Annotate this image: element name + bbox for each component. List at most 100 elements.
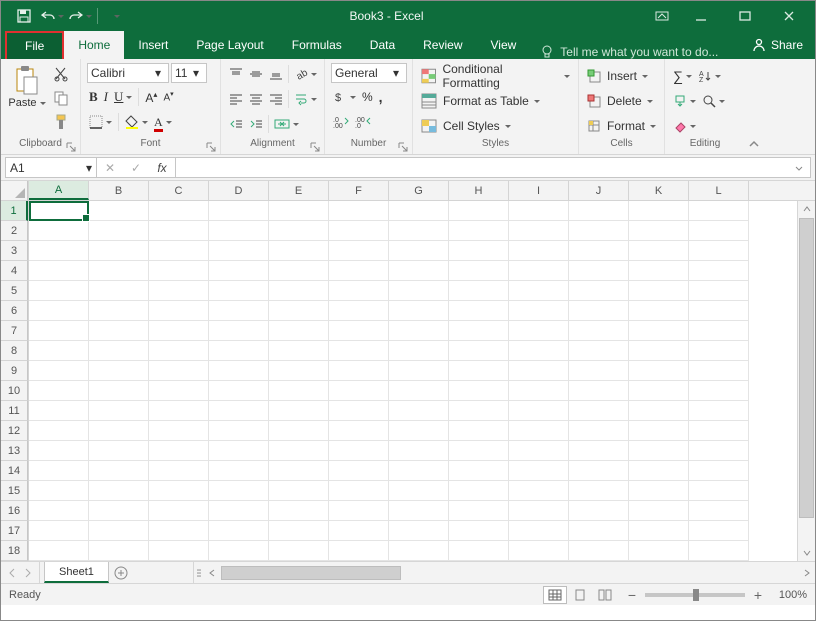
cell[interactable] — [629, 441, 689, 461]
cell[interactable] — [629, 261, 689, 281]
borders-button[interactable] — [87, 111, 114, 133]
cell[interactable] — [89, 381, 149, 401]
underline-button[interactable]: U — [112, 86, 134, 108]
cell[interactable] — [329, 201, 389, 221]
cell[interactable] — [509, 321, 569, 341]
tab-view[interactable]: View — [477, 31, 531, 59]
cell[interactable] — [689, 261, 749, 281]
cell[interactable] — [389, 221, 449, 241]
cell[interactable] — [629, 221, 689, 241]
cell[interactable] — [269, 201, 329, 221]
qat-customize-button[interactable] — [102, 4, 128, 28]
page-layout-view-button[interactable] — [568, 586, 592, 604]
scroll-right-button[interactable] — [799, 568, 815, 578]
cell[interactable] — [209, 361, 269, 381]
cell[interactable] — [449, 201, 509, 221]
cell[interactable] — [209, 541, 269, 561]
cell[interactable] — [389, 501, 449, 521]
cell[interactable] — [29, 401, 89, 421]
undo-button[interactable] — [39, 4, 65, 28]
cell[interactable] — [29, 481, 89, 501]
collapse-ribbon-button[interactable] — [748, 138, 760, 150]
normal-view-button[interactable] — [543, 586, 567, 604]
cell[interactable] — [209, 321, 269, 341]
cell[interactable] — [29, 341, 89, 361]
conditional-formatting-button[interactable]: Conditional Formatting — [419, 65, 572, 87]
cell[interactable] — [149, 501, 209, 521]
cell[interactable] — [29, 421, 89, 441]
cell[interactable] — [269, 221, 329, 241]
clear-button[interactable] — [671, 115, 698, 137]
cell[interactable] — [389, 201, 449, 221]
cell[interactable] — [149, 381, 209, 401]
cell[interactable] — [569, 361, 629, 381]
cell[interactable] — [29, 541, 89, 561]
zoom-level[interactable]: 100% — [771, 589, 807, 601]
cell[interactable] — [689, 461, 749, 481]
sheet-nav-prev-button[interactable] — [7, 568, 17, 578]
cell[interactable] — [329, 221, 389, 241]
percent-format-button[interactable]: % — [360, 86, 375, 108]
cell[interactable] — [89, 541, 149, 561]
cell[interactable] — [389, 481, 449, 501]
zoom-slider[interactable] — [645, 593, 745, 597]
cell[interactable] — [209, 241, 269, 261]
align-middle-button[interactable] — [247, 63, 265, 85]
cell[interactable] — [269, 381, 329, 401]
cell[interactable] — [149, 201, 209, 221]
cell[interactable] — [329, 361, 389, 381]
tab-file[interactable]: File — [5, 31, 64, 59]
cell[interactable] — [569, 301, 629, 321]
cell[interactable] — [509, 281, 569, 301]
cell[interactable] — [29, 501, 89, 521]
cell[interactable] — [269, 441, 329, 461]
cell[interactable] — [509, 441, 569, 461]
cell[interactable] — [449, 481, 509, 501]
cell[interactable] — [89, 521, 149, 541]
row-header-12[interactable]: 12 — [1, 421, 28, 441]
maximize-button[interactable] — [723, 2, 767, 30]
cell[interactable] — [209, 281, 269, 301]
cell[interactable] — [449, 461, 509, 481]
cell[interactable] — [389, 441, 449, 461]
row-header-14[interactable]: 14 — [1, 461, 28, 481]
row-header-8[interactable]: 8 — [1, 341, 28, 361]
expand-formula-bar-button[interactable] — [792, 162, 806, 174]
cell[interactable] — [569, 201, 629, 221]
row-header-18[interactable]: 18 — [1, 541, 28, 561]
tab-review[interactable]: Review — [409, 31, 476, 59]
cell[interactable] — [329, 461, 389, 481]
delete-cells-button[interactable]: Delete — [585, 90, 658, 112]
cell[interactable] — [509, 481, 569, 501]
cell[interactable] — [629, 241, 689, 261]
cell[interactable] — [329, 421, 389, 441]
cell[interactable] — [629, 461, 689, 481]
row-header-5[interactable]: 5 — [1, 281, 28, 301]
cell[interactable] — [509, 401, 569, 421]
cell[interactable] — [629, 421, 689, 441]
column-header-I[interactable]: I — [509, 181, 569, 200]
cell[interactable] — [29, 521, 89, 541]
cell[interactable] — [689, 481, 749, 501]
cell[interactable] — [569, 461, 629, 481]
cell[interactable] — [509, 201, 569, 221]
cell[interactable] — [629, 321, 689, 341]
cell[interactable] — [89, 441, 149, 461]
alignment-dialog-launcher[interactable] — [310, 142, 320, 152]
align-center-button[interactable] — [247, 88, 265, 110]
tab-data[interactable]: Data — [356, 31, 409, 59]
tell-me-search[interactable]: Tell me what you want to do... — [540, 45, 740, 59]
cell[interactable] — [209, 221, 269, 241]
cell[interactable] — [449, 361, 509, 381]
accounting-format-button[interactable]: $ — [331, 86, 358, 108]
formula-input[interactable] — [176, 157, 811, 178]
cell[interactable] — [149, 541, 209, 561]
decrease-indent-button[interactable] — [227, 113, 245, 135]
cell[interactable] — [329, 481, 389, 501]
cell[interactable] — [389, 421, 449, 441]
cell[interactable] — [29, 281, 89, 301]
page-break-view-button[interactable] — [593, 586, 617, 604]
cell[interactable] — [449, 501, 509, 521]
cell[interactable] — [329, 541, 389, 561]
column-header-E[interactable]: E — [269, 181, 329, 200]
